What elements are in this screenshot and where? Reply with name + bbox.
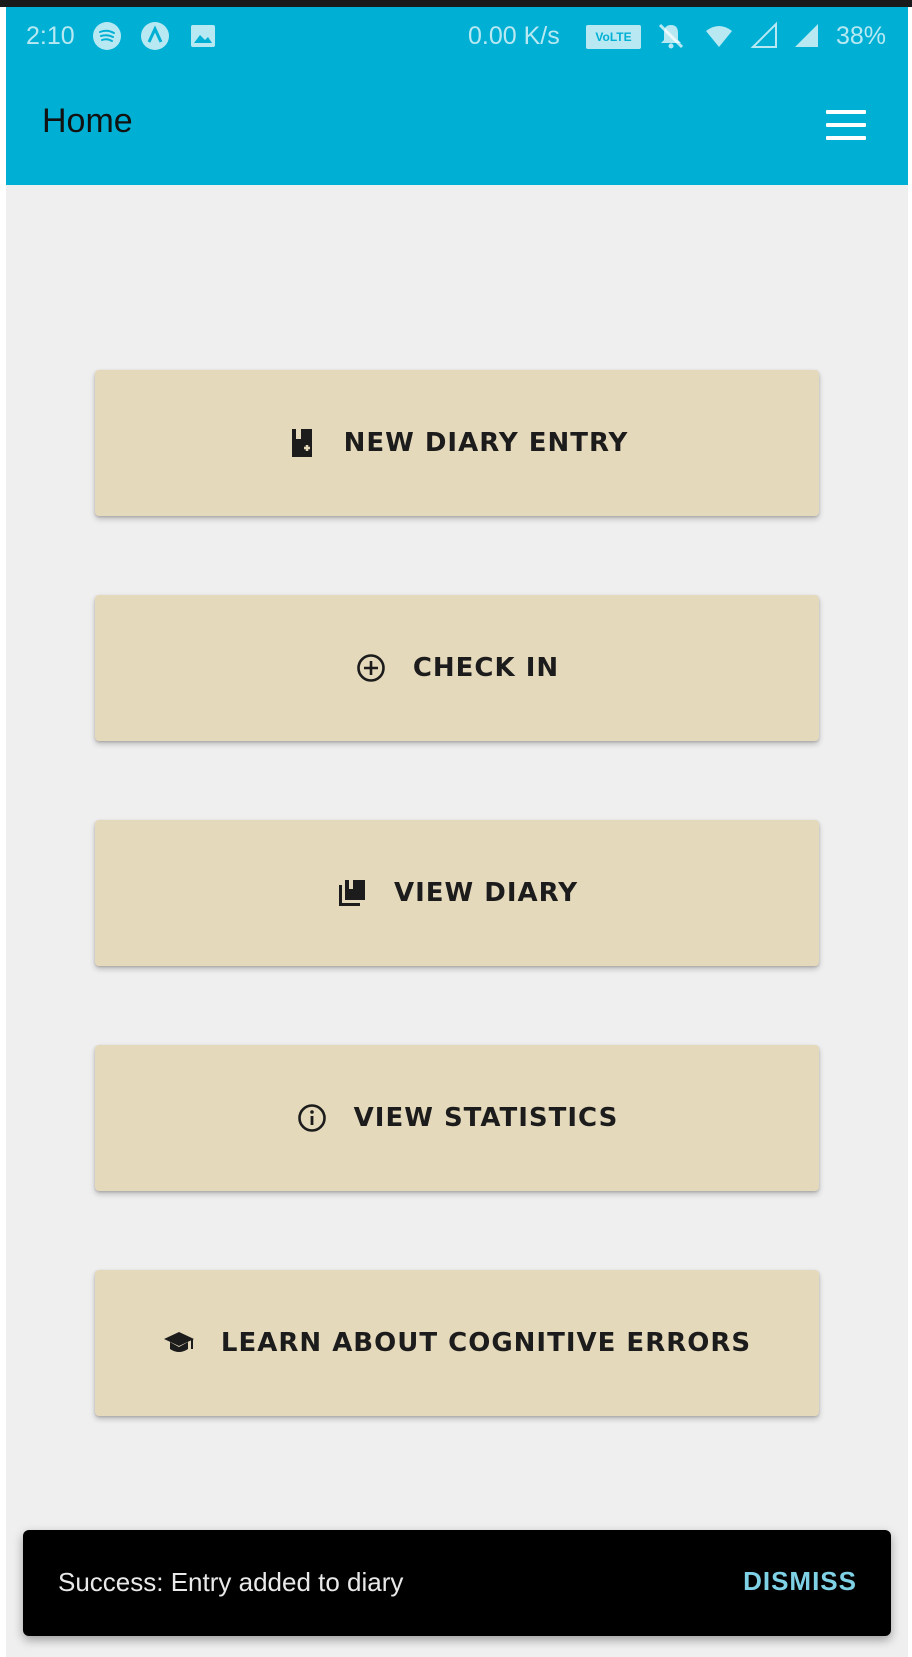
view-statistics-label: VIEW STATISTICS: [353, 1103, 619, 1133]
new-diary-entry-button[interactable]: NEW DIARY ENTRY: [95, 370, 819, 516]
check-in-button[interactable]: CHECK IN: [95, 595, 819, 741]
library-books-icon: [336, 877, 368, 909]
signal-empty-icon: [750, 21, 780, 51]
learn-cognitive-errors-label: LEARN ABOUT COGNITIVE ERRORS: [220, 1328, 752, 1358]
screen: 2:10 0.00 K/s VoLTE 38% Home NEW DIARY E…: [0, 0, 912, 1657]
volte-icon: VoLTE: [586, 25, 641, 49]
learn-cognitive-errors-button[interactable]: LEARN ABOUT COGNITIVE ERRORS: [95, 1270, 819, 1416]
top-band: [0, 0, 912, 7]
gallery-icon: [188, 21, 218, 51]
snackbar: Success: Entry added to diary DISMISS: [23, 1530, 891, 1636]
signal-icon: [792, 21, 822, 51]
app-bar: 2:10 0.00 K/s VoLTE 38% Home: [6, 7, 908, 185]
hamburger-menu-icon: [826, 110, 866, 140]
view-diary-button[interactable]: VIEW DIARY: [95, 820, 819, 966]
app-icon: [140, 21, 170, 51]
wifi-icon: [704, 21, 734, 51]
page-title: Home: [42, 102, 133, 140]
plus-circle-icon: [355, 652, 387, 684]
spotify-icon: [92, 21, 122, 51]
check-in-label: CHECK IN: [412, 653, 560, 683]
battery-percent: 38%: [836, 22, 887, 50]
view-statistics-button[interactable]: VIEW STATISTICS: [95, 1045, 819, 1191]
graduation-cap-icon: [163, 1327, 195, 1359]
new-diary-entry-label: NEW DIARY ENTRY: [343, 428, 629, 458]
info-circle-icon: [296, 1102, 328, 1134]
main-content: NEW DIARY ENTRY CHECK IN VIEW DIARY VIEW…: [6, 185, 908, 1657]
bell-off-icon: [656, 21, 686, 51]
dismiss-button[interactable]: DISMISS: [743, 1566, 857, 1597]
book-add-icon: [286, 427, 318, 459]
network-speed: 0.00 K/s: [468, 22, 560, 50]
view-diary-label: VIEW DIARY: [393, 878, 579, 908]
snackbar-message: Success: Entry added to diary: [58, 1567, 404, 1597]
status-time: 2:10: [26, 22, 75, 50]
menu-button[interactable]: [824, 107, 868, 143]
status-bar: 2:10 0.00 K/s VoLTE 38%: [6, 7, 908, 69]
